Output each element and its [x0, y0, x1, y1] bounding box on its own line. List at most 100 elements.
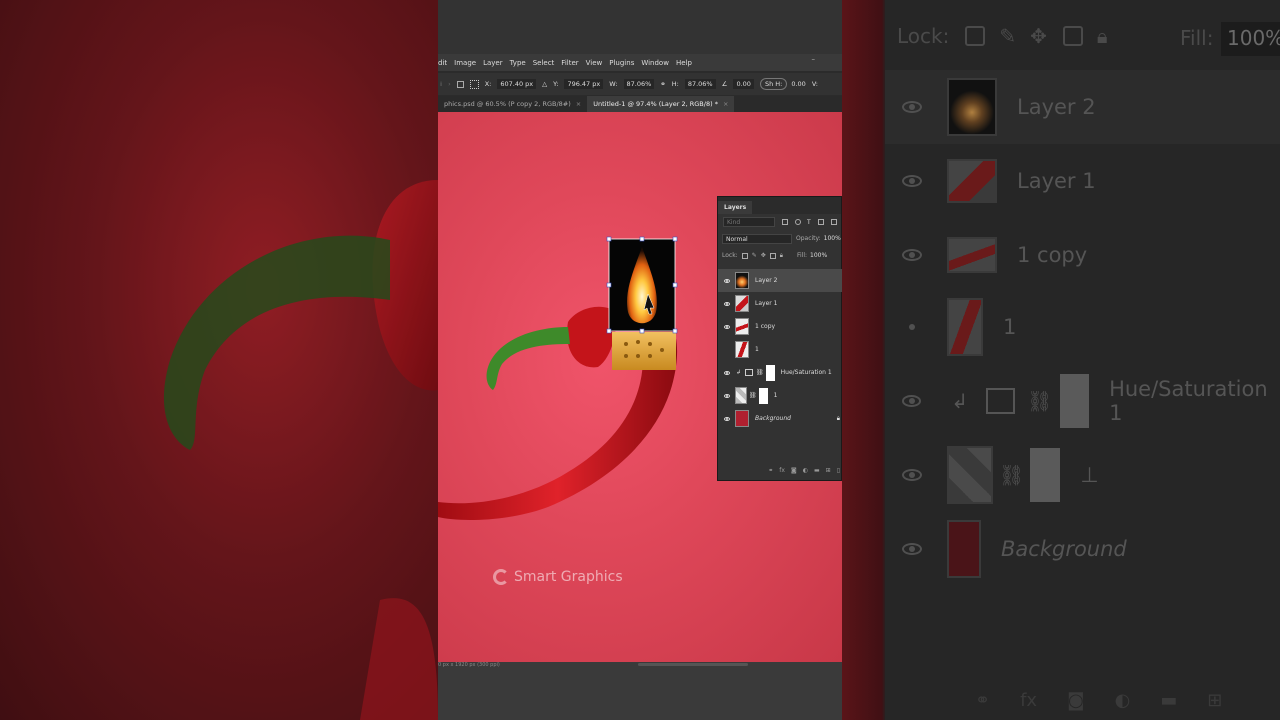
horizontal-scrollbar[interactable]: [638, 663, 748, 666]
chain-icon: ⛓: [999, 463, 1025, 487]
blurred-background-left: [0, 0, 438, 720]
menu-window[interactable]: Window: [641, 59, 669, 67]
layer-thumbnail: [947, 520, 981, 578]
layer-row-layer-1[interactable]: Layer 1: [718, 292, 842, 315]
hue-saturation-icon: [745, 369, 754, 376]
eye-icon: [902, 543, 922, 555]
layer-row-background[interactable]: Background 🔒︎: [718, 407, 842, 430]
delta-icon: △: [542, 80, 548, 88]
mask-icon: ◙: [1067, 690, 1085, 711]
x-input[interactable]: 607.40 px: [497, 79, 537, 89]
menu-view[interactable]: View: [586, 59, 603, 67]
layer-row-1-copy[interactable]: 1 copy: [718, 315, 842, 338]
eye-icon[interactable]: [724, 370, 730, 375]
tab-label: phics.psd @ 60.5% (P copy 2, RGB/8#): [444, 100, 571, 108]
fx-icon[interactable]: fx: [779, 467, 785, 474]
clip-arrow-icon: ↲: [951, 389, 969, 413]
top-bezel: [438, 0, 842, 54]
layer-thumbnail: [735, 341, 749, 358]
close-icon[interactable]: ×: [723, 100, 728, 108]
tab-graphics-psd[interactable]: phics.psd @ 60.5% (P copy 2, RGB/8#) ×: [438, 96, 587, 112]
layer-thumbnail: [947, 237, 997, 273]
lock-row: Lock: ✎ ✥ 🔒︎ Fill: 100%: [718, 247, 841, 264]
trash-icon[interactable]: ▯: [837, 467, 840, 474]
eye-icon[interactable]: [724, 393, 730, 398]
chain-icon: ⛓: [756, 369, 764, 376]
watermark: Smart Graphics: [493, 569, 623, 585]
minimize-button[interactable]: –: [812, 55, 816, 63]
eye-icon[interactable]: [724, 348, 730, 352]
layers-panel: Layers Kind T Normal Opacity: 100% Lock:…: [717, 196, 842, 481]
h-input[interactable]: 87.06%: [684, 79, 716, 89]
lock-label: Lock:: [722, 252, 738, 259]
layer-row-hue-saturation-1[interactable]: ↲ ⛓ Hue/Saturation 1: [718, 361, 842, 384]
layer-row-1-hidden[interactable]: 1: [718, 338, 842, 361]
layer-thumbnail: [947, 298, 983, 356]
menu-layer[interactable]: Layer: [483, 59, 503, 67]
fill-input[interactable]: 100%: [810, 252, 827, 259]
eye-icon[interactable]: [724, 301, 730, 306]
lock-all-icon[interactable]: 🔒︎: [780, 252, 783, 260]
skew-h-input[interactable]: 0.00: [791, 80, 805, 88]
eye-icon[interactable]: [724, 278, 730, 283]
lighter-base: [612, 332, 676, 370]
menu-filter[interactable]: Filter: [561, 59, 578, 67]
layer-name: Layer 2: [1017, 95, 1096, 119]
folder-icon[interactable]: ▬: [814, 467, 820, 474]
mask-icon[interactable]: ◙: [791, 467, 797, 474]
close-icon[interactable]: ×: [576, 100, 581, 108]
smart-graphics-logo-icon: [493, 569, 509, 585]
menu-select[interactable]: Select: [533, 59, 555, 67]
h-label: H:: [671, 80, 679, 88]
chain-icon: ⛓: [749, 392, 757, 399]
lock-brush-icon: ✎: [999, 24, 1017, 48]
w-input[interactable]: 87.06%: [623, 79, 655, 89]
lock-move-icon[interactable]: ✥: [761, 252, 766, 259]
y-input[interactable]: 796.47 px: [564, 79, 604, 89]
layers-panel-footer: ⚭ fx ◙ ◐ ▬ ⊞ ▯: [718, 460, 842, 480]
layer-name: Layer 1: [755, 300, 778, 307]
checkbox-icon[interactable]: [456, 80, 464, 88]
menu-image[interactable]: Image: [454, 59, 476, 67]
zoomed-lock-label: Lock:: [897, 24, 950, 48]
link-icon[interactable]: ⚭: [660, 80, 665, 88]
fx-icon: fx: [1020, 690, 1038, 711]
photoshop-window: dit Image Layer Type Select Filter View …: [438, 0, 842, 720]
layer-thumbnail: [947, 78, 997, 136]
opacity-label: Opacity:: [796, 235, 821, 242]
reference-point-icon[interactable]: [469, 79, 479, 89]
adjustment-filter-icon[interactable]: [795, 219, 801, 225]
menu-type[interactable]: Type: [510, 59, 526, 67]
layer-name: 1: [773, 392, 778, 399]
zoomed-fill-label: Fill:: [1180, 26, 1214, 50]
layer-row-1-smart[interactable]: ⛓ 1: [718, 384, 842, 407]
menu-help[interactable]: Help: [676, 59, 692, 67]
layers-tab[interactable]: Layers: [718, 201, 753, 214]
lock-brush-icon[interactable]: ✎: [752, 252, 757, 259]
tab-untitled-1[interactable]: Untitled-1 @ 97.4% (Layer 2, RGB/8) * ×: [587, 96, 735, 112]
eye-icon[interactable]: [724, 416, 730, 421]
angle-input[interactable]: 0.00: [733, 79, 754, 89]
type-filter-icon[interactable]: T: [807, 219, 811, 226]
link-icon[interactable]: ⚭: [768, 467, 773, 474]
kind-filter[interactable]: Kind: [723, 217, 775, 227]
lock-transparent-icon[interactable]: [741, 252, 748, 259]
status-text: 0 px x 1920 px (300 ppi): [438, 662, 500, 668]
document-tabs: phics.psd @ 60.5% (P copy 2, RGB/8#) × U…: [438, 96, 842, 112]
new-layer-icon[interactable]: ⊞: [826, 467, 831, 474]
eye-icon[interactable]: [724, 324, 730, 329]
menu-edit[interactable]: dit: [438, 59, 447, 67]
menu-plugins[interactable]: Plugins: [609, 59, 634, 67]
shape-filter-icon[interactable]: [817, 219, 824, 225]
pepper-stem: [486, 327, 570, 390]
lock-artboard-icon[interactable]: [769, 252, 776, 259]
pixel-filter-icon[interactable]: [782, 219, 788, 225]
smart-object-thumbnail: [735, 387, 747, 404]
adjustment-icon[interactable]: ◐: [803, 467, 808, 474]
smart-filter-icon[interactable]: [830, 219, 837, 225]
opacity-input[interactable]: 100%: [824, 235, 841, 242]
layer-row-layer-2[interactable]: Layer 2: [718, 269, 842, 292]
layer-thumbnail: [735, 410, 749, 427]
lock-transparent-icon: [965, 26, 986, 46]
blend-mode-select[interactable]: Normal: [722, 233, 792, 244]
